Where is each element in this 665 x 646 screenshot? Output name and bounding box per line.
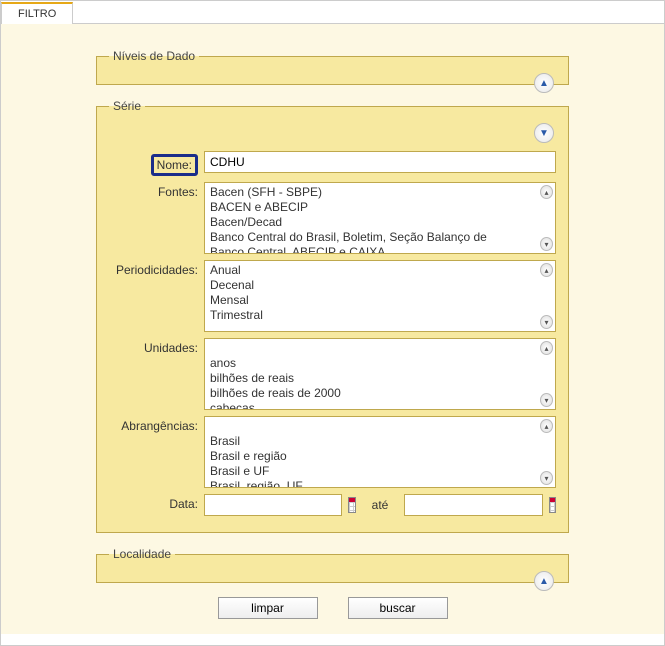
row-unidades: Unidades: anos bilhões de reais bilhões … <box>109 338 556 410</box>
serie-body: Nome: Fontes: Bacen (SFH - SBPE) BACEN e… <box>109 151 556 516</box>
list-item[interactable]: bilhões de reais de 2000 <box>210 386 539 401</box>
limpar-button[interactable]: limpar <box>218 597 318 619</box>
scroll-up-icon[interactable]: ▴ <box>540 419 553 433</box>
fieldset-serie: Série ▼ Nome: Fontes: Ba <box>96 99 569 533</box>
period-listbox[interactable]: Anual Decenal Mensal Trimestral ▴ ▾ <box>204 260 556 332</box>
row-nome: Nome: <box>109 151 556 176</box>
toggle-niveis[interactable]: ▲ <box>534 73 554 93</box>
scroll-down-icon[interactable]: ▾ <box>540 315 553 329</box>
row-fontes: Fontes: Bacen (SFH - SBPE) BACEN e ABECI… <box>109 182 556 254</box>
scrollbar[interactable]: ▴ ▾ <box>540 419 553 485</box>
label-data: Data: <box>109 494 204 511</box>
scrollbar[interactable]: ▴ ▾ <box>540 185 553 251</box>
list-item[interactable]: Bacen (SFH - SBPE) <box>210 185 539 200</box>
row-abrang: Abrangências: Brasil Brasil e região Bra… <box>109 416 556 488</box>
scroll-up-icon[interactable]: ▴ <box>540 185 553 199</box>
list-item[interactable]: Decenal <box>210 278 539 293</box>
fontes-listbox[interactable]: Bacen (SFH - SBPE) BACEN e ABECIP Bacen/… <box>204 182 556 254</box>
scroll-up-icon[interactable]: ▴ <box>540 263 553 277</box>
list-item[interactable]: bilhões de reais <box>210 371 539 386</box>
data-start-input[interactable] <box>204 494 342 516</box>
list-item[interactable]: Brasil <box>210 434 539 449</box>
list-item[interactable]: cabeças <box>210 401 539 410</box>
scroll-down-icon[interactable]: ▾ <box>540 471 553 485</box>
list-item[interactable]: Anual <box>210 263 539 278</box>
list-item[interactable]: BACEN e ABECIP <box>210 200 539 215</box>
chevron-up-icon: ▲ <box>539 576 549 587</box>
list-item[interactable] <box>210 419 539 434</box>
toggle-localidade[interactable]: ▲ <box>534 571 554 591</box>
buttons-row: limpar buscar <box>96 597 569 619</box>
list-item[interactable]: Trimestral <box>210 308 539 323</box>
list-item[interactable]: Mensal <box>210 293 539 308</box>
label-period: Periodicidades: <box>109 260 204 277</box>
list-item[interactable]: Brasil, região, UF <box>210 479 539 488</box>
fieldset-localidade: Localidade ▲ <box>96 547 569 583</box>
list-item[interactable]: Brasil e UF <box>210 464 539 479</box>
list-item[interactable]: Bacen/Decad <box>210 215 539 230</box>
list-item[interactable]: Banco Central, ABECIP e CAIXA <box>210 245 539 254</box>
data-end-input[interactable] <box>404 494 542 516</box>
label-ate: até <box>362 498 399 512</box>
tab-bar: FILTRO <box>1 1 664 24</box>
unidades-listbox[interactable]: anos bilhões de reais bilhões de reais d… <box>204 338 556 410</box>
main-area: Níveis de Dado ▲ Série ▼ Nome: <box>1 24 664 634</box>
legend-localidade: Localidade <box>109 547 175 561</box>
label-unidades: Unidades: <box>109 338 204 355</box>
scrollbar[interactable]: ▴ ▾ <box>540 263 553 329</box>
toggle-serie[interactable]: ▼ <box>534 123 554 143</box>
label-nome: Nome: <box>151 154 198 176</box>
legend-serie: Série <box>109 99 145 113</box>
list-item[interactable]: Banco Central do Brasil, Boletim, Seção … <box>210 230 539 245</box>
scroll-down-icon[interactable]: ▾ <box>540 393 553 407</box>
abrang-listbox[interactable]: Brasil Brasil e região Brasil e UF Brasi… <box>204 416 556 488</box>
row-data: Data: até <box>109 494 556 516</box>
scroll-up-icon[interactable]: ▴ <box>540 341 553 355</box>
scrollbar[interactable]: ▴ ▾ <box>540 341 553 407</box>
legend-niveis: Níveis de Dado <box>109 49 199 63</box>
calendar-icon[interactable] <box>348 497 355 513</box>
list-item[interactable]: Brasil e região <box>210 449 539 464</box>
fieldset-niveis: Níveis de Dado ▲ <box>96 49 569 85</box>
label-abrang: Abrangências: <box>109 416 204 433</box>
label-fontes: Fontes: <box>109 182 204 199</box>
list-item[interactable] <box>210 341 539 356</box>
app-frame: FILTRO Níveis de Dado ▲ Série ▼ Nome: <box>0 0 665 646</box>
nome-input[interactable] <box>204 151 556 173</box>
tab-filtro[interactable]: FILTRO <box>1 2 73 24</box>
buscar-button[interactable]: buscar <box>348 597 448 619</box>
chevron-down-icon: ▼ <box>539 128 549 139</box>
row-period: Periodicidades: Anual Decenal Mensal Tri… <box>109 260 556 332</box>
chevron-up-icon: ▲ <box>539 78 549 89</box>
calendar-icon[interactable] <box>549 497 556 513</box>
list-item[interactable]: anos <box>210 356 539 371</box>
scroll-down-icon[interactable]: ▾ <box>540 237 553 251</box>
